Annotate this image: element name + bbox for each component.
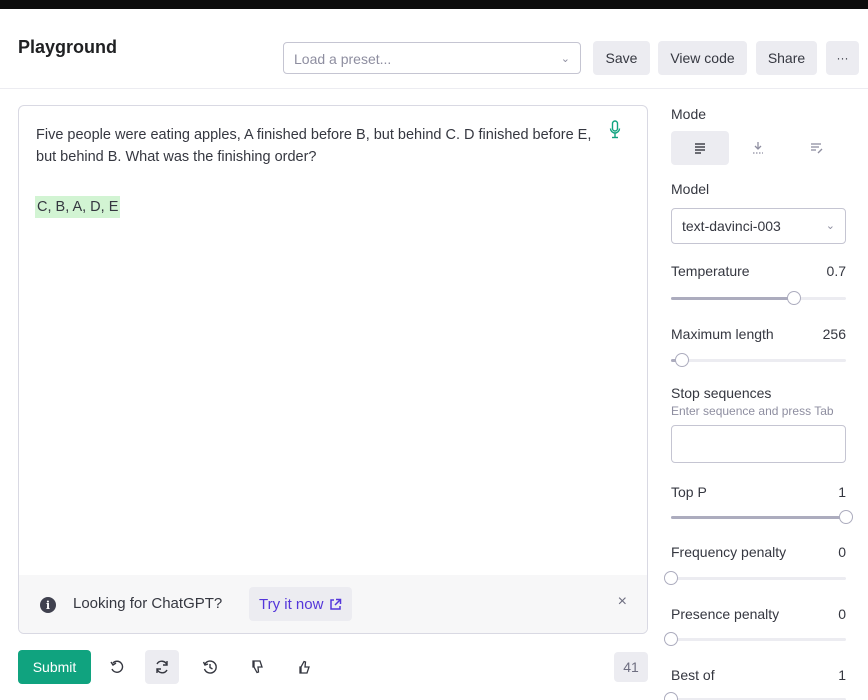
- try-it-now-label: Try it now: [259, 595, 324, 613]
- thumbs-down-button[interactable]: [240, 650, 274, 684]
- frequency-penalty-value: 0: [838, 544, 846, 560]
- frequency-penalty-label: Frequency penalty: [671, 544, 787, 560]
- microphone-icon[interactable]: [609, 120, 621, 140]
- chatgpt-banner: i Looking for ChatGPT? Try it now ×: [19, 575, 647, 633]
- top-p-slider-fill: [671, 516, 846, 519]
- mode-label: Mode: [671, 106, 707, 122]
- temperature-slider[interactable]: [671, 291, 846, 305]
- temperature-label: Temperature: [671, 263, 750, 279]
- best-of-slider-thumb[interactable]: [664, 692, 678, 700]
- top-p-slider-thumb[interactable]: [839, 510, 853, 524]
- external-link-icon: [330, 598, 342, 610]
- history-button[interactable]: [193, 650, 227, 684]
- preset-select[interactable]: Load a preset... ⌄: [283, 42, 581, 74]
- best-of-value: 1: [838, 667, 846, 683]
- mode-selector: [671, 131, 846, 165]
- complete-mode-icon: [695, 143, 705, 154]
- presence-penalty-slider[interactable]: [664, 632, 846, 646]
- top-p-value: 1: [838, 484, 846, 500]
- close-banner-button[interactable]: ×: [618, 593, 627, 611]
- preset-placeholder: Load a preset...: [294, 51, 392, 67]
- temperature-slider-thumb[interactable]: [786, 291, 801, 305]
- frequency-penalty-slider[interactable]: [664, 571, 846, 585]
- thumbs-down-icon: [252, 660, 263, 674]
- model-value: text-davinci-003: [682, 218, 781, 234]
- try-it-now-link[interactable]: Try it now: [249, 587, 353, 621]
- best-of-label: Best of: [671, 667, 715, 683]
- maximum-length-label: Maximum length: [671, 326, 774, 342]
- model-select[interactable]: text-davinci-003 ⌄: [671, 208, 846, 244]
- stop-sequences-label: Stop sequences: [671, 385, 772, 401]
- prompt-editor[interactable]: Five people were eating apples, A finish…: [18, 105, 648, 634]
- info-icon: i: [40, 597, 56, 613]
- completion-text: C, B, A, D, E: [35, 196, 121, 218]
- maximum-length-slider[interactable]: [671, 353, 846, 367]
- frequency-penalty-slider-thumb[interactable]: [664, 571, 678, 585]
- model-label: Model: [671, 181, 710, 197]
- temperature-slider-fill: [671, 297, 794, 300]
- edit-mode-icon: [811, 143, 823, 154]
- maximum-length-value: 256: [822, 326, 846, 342]
- top-p-slider[interactable]: [671, 510, 853, 524]
- stop-sequences-hint: Enter sequence and press Tab: [671, 404, 834, 418]
- undo-icon: [110, 660, 124, 673]
- submit-button[interactable]: Submit: [18, 650, 91, 684]
- presence-penalty-slider-thumb[interactable]: [664, 632, 678, 646]
- save-button[interactable]: Save: [593, 41, 650, 75]
- regenerate-button[interactable]: [145, 650, 179, 684]
- stop-sequences-input[interactable]: [671, 425, 846, 463]
- view-code-button[interactable]: View code: [658, 41, 747, 75]
- prompt-text[interactable]: Five people were eating apples, A finish…: [36, 124, 596, 168]
- chevron-down-icon: ⌄: [825, 220, 835, 232]
- history-icon: [202, 660, 217, 674]
- mode-complete-button[interactable]: [671, 131, 729, 165]
- window-top-bar: [0, 0, 868, 9]
- banner-text: Looking for ChatGPT?: [73, 595, 223, 612]
- top-p-label: Top P: [671, 484, 707, 500]
- insert-mode-icon: [753, 142, 763, 154]
- temperature-value: 0.7: [826, 263, 846, 279]
- undo-button[interactable]: [100, 650, 134, 684]
- mode-edit-button[interactable]: [787, 131, 845, 165]
- presence-penalty-value: 0: [838, 606, 846, 622]
- page-title: Playground: [18, 37, 118, 57]
- header: Playground Load a preset... ⌄ Save View …: [0, 9, 868, 89]
- thumbs-up-icon: [299, 660, 310, 674]
- presence-penalty-label: Presence penalty: [671, 606, 780, 622]
- mode-insert-button[interactable]: [729, 131, 787, 165]
- maximum-length-slider-thumb[interactable]: [674, 353, 689, 367]
- token-count: 41: [614, 652, 648, 682]
- chevron-down-icon: ⌄: [560, 53, 570, 65]
- share-button[interactable]: Share: [756, 41, 817, 75]
- thumbs-up-button[interactable]: [287, 650, 321, 684]
- more-options-button[interactable]: ···: [826, 41, 859, 75]
- regenerate-icon: [156, 660, 168, 674]
